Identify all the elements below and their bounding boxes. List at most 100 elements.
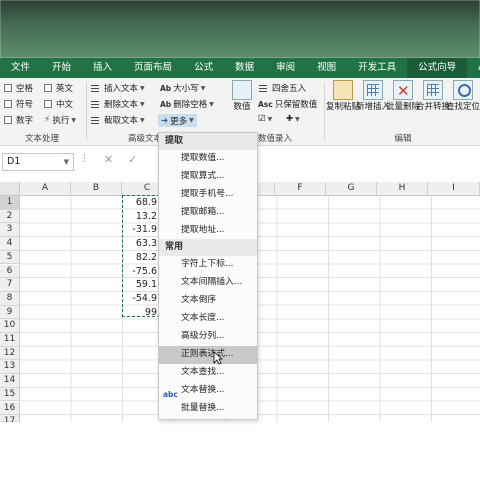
tab-home[interactable]: 开始	[41, 58, 82, 78]
add-insert-label: 新增插入	[356, 102, 391, 112]
copy-paste-button[interactable]: 复制粘贴	[326, 80, 360, 113]
excel-window: 文件 开始 插入 页面布局 公式 数据 审阅 视图 开发工具 公式向导 Acro…	[0, 0, 480, 480]
row-header[interactable]: 5	[0, 250, 20, 265]
column-header-i[interactable]: I	[428, 182, 480, 196]
row-header[interactable]: 15	[0, 387, 20, 402]
delete-text-icon	[90, 100, 101, 109]
more-label: 更多	[170, 116, 188, 127]
column-header-f[interactable]: F	[275, 182, 326, 196]
menu-item-extract-formula[interactable]: 提取算式...	[159, 168, 257, 186]
more-button[interactable]: ➜ 更多 ▼	[158, 114, 197, 127]
row-header[interactable]: 8	[0, 291, 20, 306]
execute-icon: ⚡	[44, 115, 51, 125]
row-header[interactable]: 14	[0, 374, 20, 388]
menu-item-extract-address[interactable]: 提取地址...	[159, 222, 257, 240]
keep-values-button[interactable]: Asc 只保留数值	[258, 98, 317, 111]
menu-item-extract-number[interactable]: 提取数值...	[159, 150, 257, 168]
menu-item-advanced-split[interactable]: 高级分列...	[159, 328, 257, 346]
menu-item-interval-insert[interactable]: 文本间隔插入...	[159, 274, 257, 292]
row-header[interactable]: 2	[0, 209, 20, 224]
merge-convert-button[interactable]: 合并转换	[416, 80, 450, 113]
tab-insert[interactable]: 插入	[82, 58, 123, 78]
tab-view[interactable]: 视图	[306, 58, 347, 78]
name-box[interactable]: D1 ▼	[2, 153, 74, 171]
name-box-value: D1	[7, 156, 21, 167]
group-label-numeric-entry: 数值录入	[258, 134, 293, 144]
column-header-a[interactable]: A	[20, 182, 71, 196]
plus-button[interactable]: ✚ ▼	[286, 114, 300, 124]
checkbox-english[interactable]: 英文	[44, 82, 73, 94]
find-locate-button[interactable]: 查找定位	[446, 80, 480, 113]
row-header[interactable]: 9	[0, 305, 20, 320]
menu-item-regex[interactable]: 正则表达式...	[159, 345, 257, 364]
row-header[interactable]: 12	[0, 346, 20, 361]
round-button[interactable]: 四舍五入	[258, 82, 306, 94]
execute-button[interactable]: ⚡ 执行 ▼	[44, 114, 76, 126]
row-header[interactable]: 1	[0, 196, 20, 210]
row-header[interactable]: 13	[0, 360, 20, 375]
menu-item-batch-replace[interactable]: 批量替换...	[159, 400, 257, 418]
group-text-processing: 空格 符号 数字 英文 中文 ⚡ 执行 ▼ 文本处理	[0, 78, 84, 146]
ribbon-tabs: 文件 开始 插入 页面布局 公式 数据 审阅 视图 开发工具 公式向导 Acro…	[0, 58, 480, 78]
row-header[interactable]: 6	[0, 264, 20, 279]
column-header-b[interactable]: B	[71, 182, 122, 196]
chevron-down-icon: ▼	[209, 100, 214, 108]
row-header[interactable]: 10	[0, 319, 20, 333]
value-button[interactable]: 数值	[232, 80, 252, 113]
chevron-down-icon: ▼	[140, 116, 145, 124]
search-icon	[453, 80, 473, 100]
tab-formula-wizard[interactable]: 公式向导	[407, 58, 468, 78]
case-icon: Ab	[160, 83, 172, 93]
delete-space-button[interactable]: Ab 删除空格 ▼	[160, 98, 214, 111]
insert-text-label: 插入文本	[104, 84, 139, 94]
checkbox-space[interactable]: 空格	[4, 82, 33, 94]
section-common: 常用	[159, 239, 257, 257]
blurred-top-area	[0, 0, 480, 58]
extract-text-button[interactable]: 截取文本 ▼	[90, 114, 145, 126]
add-insert-button[interactable]: 新增插入	[356, 80, 391, 113]
merge-icon	[423, 80, 443, 100]
more-dots-icon: ⋮	[80, 154, 89, 164]
checkbox-box	[4, 116, 12, 124]
insert-text-button[interactable]: 插入文本 ▼	[90, 82, 145, 94]
row-header[interactable]: 3	[0, 223, 20, 238]
tab-page-layout[interactable]: 页面布局	[123, 58, 183, 78]
tab-formulas[interactable]: 公式	[183, 58, 224, 78]
checkbox-box	[44, 84, 52, 92]
chevron-down-icon: ▼	[140, 100, 145, 108]
tab-data[interactable]: 数据	[224, 58, 265, 78]
group-edit: 复制粘贴 新增插入 批量删除 合并转换 查找定位 编辑	[326, 78, 480, 146]
column-header-h[interactable]: H	[377, 182, 428, 196]
row-header[interactable]: 4	[0, 237, 20, 251]
menu-item-extract-phone[interactable]: 提取手机号...	[159, 186, 257, 204]
row-header[interactable]: 7	[0, 278, 20, 292]
select-all-corner[interactable]	[0, 182, 20, 196]
cancel-icon[interactable]: ✕	[104, 153, 113, 166]
menu-item-text-replace[interactable]: abc 文本替换...	[159, 382, 257, 400]
column-header-g[interactable]: G	[326, 182, 377, 196]
confirm-icon[interactable]: ✓	[128, 153, 137, 166]
edit-small-button[interactable]: ☑ ▼	[258, 114, 272, 124]
tab-acrobat[interactable]: Acrobat	[467, 58, 480, 78]
keep-values-icon: Asc	[258, 99, 273, 109]
checkbox-label: 空格	[16, 84, 34, 94]
tab-file[interactable]: 文件	[0, 58, 41, 78]
menu-item-superscript[interactable]: 字符上下标...	[159, 256, 257, 274]
delete-text-button[interactable]: 删除文本 ▼	[90, 98, 145, 110]
checkbox-chinese[interactable]: 中文	[44, 98, 73, 110]
case-button[interactable]: Ab 大小写 ▼	[160, 82, 205, 95]
tab-developer[interactable]: 开发工具	[347, 58, 407, 78]
batch-delete-button[interactable]: 批量删除	[386, 80, 420, 113]
tab-review[interactable]: 审阅	[265, 58, 306, 78]
menu-item-extract-email[interactable]: 提取邮箱...	[159, 204, 257, 222]
delete-icon	[393, 80, 413, 101]
chevron-down-icon: ▼	[71, 116, 76, 124]
round-icon	[258, 84, 269, 93]
menu-item-text-length[interactable]: 文本长度...	[159, 310, 257, 328]
row-header[interactable]: 11	[0, 333, 20, 347]
checkbox-symbol[interactable]: 符号	[4, 98, 33, 110]
row-header[interactable]: 16	[0, 401, 20, 416]
menu-item-text-find[interactable]: 文本查找...	[159, 364, 257, 382]
checkbox-number[interactable]: 数字	[4, 114, 33, 126]
menu-item-reverse-text[interactable]: 文本倒序	[159, 292, 257, 310]
